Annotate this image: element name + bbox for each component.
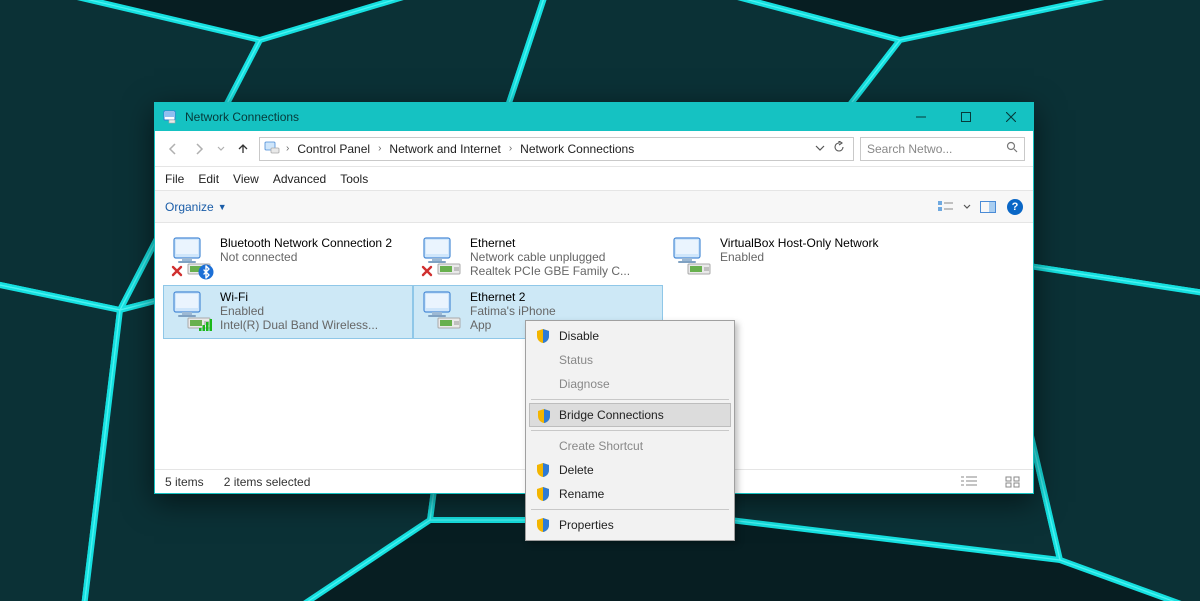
toolbar: Organize ▼ ?	[155, 191, 1033, 223]
menu-status[interactable]: Status	[529, 348, 731, 372]
menu-create-shortcut[interactable]: Create Shortcut	[529, 434, 731, 458]
status-selected-count: 2 items selected	[224, 475, 311, 489]
menu-separator	[531, 399, 729, 400]
organize-label: Organize	[165, 200, 214, 214]
context-menu: Disable Status Diagnose Bridge Connectio…	[525, 320, 735, 541]
adapter-status: Fatima's iPhone	[470, 304, 556, 318]
shield-icon	[536, 408, 552, 424]
recent-dropdown-icon[interactable]	[215, 139, 227, 159]
menu-disable[interactable]: Disable	[529, 324, 731, 348]
menu-diagnose[interactable]: Diagnose	[529, 372, 731, 396]
adapter-status: Not connected	[220, 250, 392, 264]
address-icon	[264, 139, 280, 158]
refresh-button[interactable]	[833, 141, 845, 156]
titlebar[interactable]: Network Connections	[155, 103, 1033, 131]
adapter-name: Ethernet 2	[470, 290, 556, 304]
organize-menu[interactable]: Organize ▼	[165, 200, 227, 214]
network-adapter-icon	[420, 290, 462, 332]
adapter-bluetooth[interactable]: Bluetooth Network Connection 2 Not conne…	[163, 231, 413, 285]
minimize-button[interactable]	[898, 103, 943, 131]
crumb-control-panel[interactable]: Control Panel	[295, 142, 372, 156]
menu-view[interactable]: View	[233, 172, 259, 186]
up-button[interactable]	[233, 139, 253, 159]
view-dropdown-icon[interactable]	[961, 196, 973, 218]
menu-properties[interactable]: Properties	[529, 513, 731, 537]
network-adapter-icon	[670, 236, 712, 278]
close-button[interactable]	[988, 103, 1033, 131]
network-adapter-icon	[170, 236, 212, 278]
adapter-status: Network cable unplugged	[470, 250, 630, 264]
chevron-right-icon[interactable]: ›	[284, 143, 291, 154]
menu-rename[interactable]: Rename	[529, 482, 731, 506]
shield-icon	[535, 517, 551, 533]
help-button[interactable]: ?	[1007, 199, 1023, 215]
search-input[interactable]: Search Netwo...	[860, 137, 1025, 161]
adapter-detail: Realtek PCIe GBE Family C...	[470, 264, 630, 278]
adapter-status: Enabled	[720, 250, 879, 264]
window-title: Network Connections	[185, 110, 299, 124]
crumb-network-internet[interactable]: Network and Internet	[387, 142, 502, 156]
network-adapter-icon	[170, 290, 212, 332]
chevron-right-icon[interactable]: ›	[507, 143, 514, 154]
menubar: File Edit View Advanced Tools	[155, 167, 1033, 191]
crumb-network-connections[interactable]: Network Connections	[518, 142, 636, 156]
nav-row: › Control Panel › Network and Internet ›…	[155, 131, 1033, 167]
forward-button[interactable]	[189, 139, 209, 159]
address-dropdown-icon[interactable]	[815, 142, 825, 156]
back-button[interactable]	[163, 139, 183, 159]
view-layout-button[interactable]	[935, 196, 957, 218]
chevron-down-icon: ▼	[218, 202, 227, 212]
search-icon	[1006, 141, 1018, 156]
adapter-status: Enabled	[220, 304, 378, 318]
adapter-name: Ethernet	[470, 236, 630, 250]
menu-separator	[531, 430, 729, 431]
address-bar[interactable]: › Control Panel › Network and Internet ›…	[259, 137, 854, 161]
maximize-button[interactable]	[943, 103, 988, 131]
shield-icon	[535, 486, 551, 502]
adapter-name: VirtualBox Host-Only Network	[720, 236, 879, 250]
adapter-wifi[interactable]: Wi-Fi Enabled Intel(R) Dual Band Wireles…	[163, 285, 413, 339]
menu-edit[interactable]: Edit	[198, 172, 219, 186]
app-icon	[163, 109, 179, 125]
menu-file[interactable]: File	[165, 172, 184, 186]
adapter-detail: Intel(R) Dual Band Wireless...	[220, 318, 378, 332]
menu-bridge-connections[interactable]: Bridge Connections	[529, 403, 731, 427]
preview-pane-button[interactable]	[977, 196, 999, 218]
adapter-virtualbox[interactable]: VirtualBox Host-Only Network Enabled	[663, 231, 913, 285]
search-placeholder: Search Netwo...	[867, 142, 952, 156]
adapter-name: Wi-Fi	[220, 290, 378, 304]
shield-icon	[535, 328, 551, 344]
shield-icon	[535, 462, 551, 478]
menu-delete[interactable]: Delete	[529, 458, 731, 482]
status-items-count: 5 items	[165, 475, 204, 489]
large-icons-view-button[interactable]	[1003, 474, 1023, 490]
adapter-ethernet[interactable]: Ethernet Network cable unplugged Realtek…	[413, 231, 663, 285]
menu-separator	[531, 509, 729, 510]
menu-advanced[interactable]: Advanced	[273, 172, 326, 186]
network-adapter-icon	[420, 236, 462, 278]
adapter-name: Bluetooth Network Connection 2	[220, 236, 392, 250]
chevron-right-icon[interactable]: ›	[376, 143, 383, 154]
menu-tools[interactable]: Tools	[340, 172, 368, 186]
details-view-button[interactable]	[959, 474, 979, 490]
